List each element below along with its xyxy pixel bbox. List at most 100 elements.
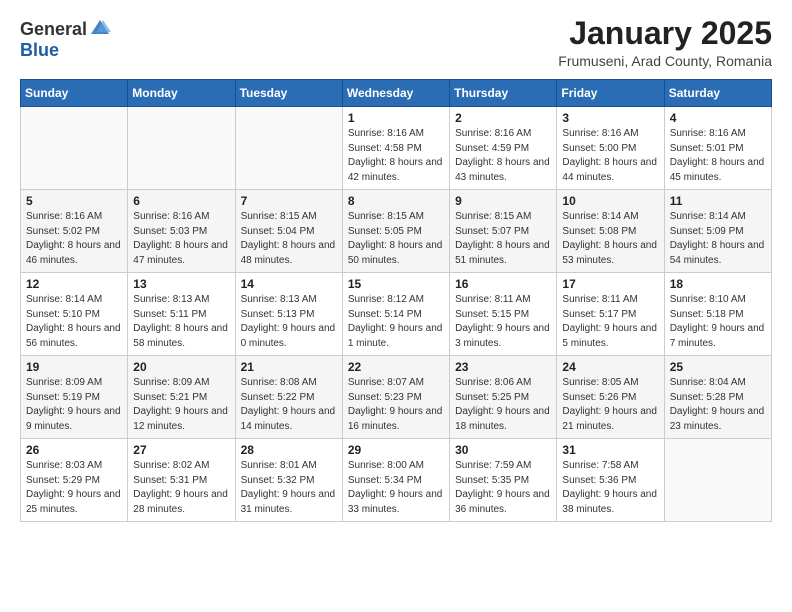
day-number-30: 30 [455,443,551,457]
calendar-cell-w3-d4: 23Sunrise: 8:06 AM Sunset: 5:25 PM Dayli… [450,356,557,439]
title-block: January 2025 Frumuseni, Arad County, Rom… [558,16,772,69]
calendar-cell-w2-d5: 17 Sunrise: 8:11 AM Sunset: 5:17 PM Dayli… [557,273,664,356]
calendar-cell-w2-d2: 14Sunrise: 8:13 AM Sunset: 5:13 PM Dayli… [235,273,342,356]
day-number-12: 12 [26,277,122,291]
header-sunday: Sunday [21,80,128,107]
header-tuesday: Tuesday [235,80,342,107]
calendar-cell-w1-d6: 11Sunrise: 8:14 AM Sunset: 5:09 PM Dayli… [664,190,771,273]
calendar-cell-w3-d3: 22 Sunrise: 8:07 AM Sunset: 5:23 PM Dayli… [342,356,449,439]
logo-blue-text: Blue [20,40,59,61]
day-info-17: Sunrise: 8:11 AM Sunset: 5:17 PM Dayligh… [562,293,658,351]
header-saturday: Saturday [664,80,771,107]
day-info-19: Sunrise: 8:09 AM Sunset: 5:19 PM Dayligh… [26,376,122,434]
calendar-cell-w1-d5: 10 Sunrise: 8:14 AM Sunset: 5:08 PM Dayli… [557,190,664,273]
calendar-cell-w3-d2: 21Sunrise: 8:08 AM Sunset: 5:22 PM Dayli… [235,356,342,439]
day-info-9: Sunrise: 8:15 AM Sunset: 5:07 PM Dayligh… [455,210,551,268]
day-info-1: Sunrise: 8:16 AM Sunset: 4:58 PM Dayligh… [348,127,444,185]
day-number-3: 3 [562,111,658,125]
day-number-22: 22 [348,360,444,374]
calendar-cell-w3-d5: 24Sunrise: 8:05 AM Sunset: 5:26 PM Dayli… [557,356,664,439]
day-number-8: 8 [348,194,444,208]
day-number-21: 21 [241,360,337,374]
day-number-26: 26 [26,443,122,457]
logo-icon [89,16,111,38]
day-info-5: Sunrise: 8:16 AM Sunset: 5:02 PM Dayligh… [26,210,122,268]
day-info-16: Sunrise: 8:11 AM Sunset: 5:15 PM Dayligh… [455,293,551,351]
calendar-cell-w2-d6: 18 Sunrise: 8:10 AM Sunset: 5:18 PM Dayli… [664,273,771,356]
calendar-cell-w2-d0: 12 Sunrise: 8:14 AM Sunset: 5:10 PM Dayli… [21,273,128,356]
day-info-8: Sunrise: 8:15 AM Sunset: 5:05 PM Dayligh… [348,210,444,268]
calendar-cell-w4-d5: 31 Sunrise: 7:58 AM Sunset: 5:36 PM Dayli… [557,439,664,522]
day-info-15: Sunrise: 8:12 AM Sunset: 5:14 PM Dayligh… [348,293,444,351]
day-info-12: Sunrise: 8:14 AM Sunset: 5:10 PM Dayligh… [26,293,122,351]
day-number-1: 1 [348,111,444,125]
day-number-27: 27 [133,443,229,457]
calendar-cell-w0-d2 [235,107,342,190]
day-number-16: 16 [455,277,551,291]
calendar-cell-w4-d6 [664,439,771,522]
day-number-18: 18 [670,277,766,291]
header: General Blue January 2025 Frumuseni, Ara… [20,16,772,69]
day-info-2: Sunrise: 8:16 AM Sunset: 4:59 PM Dayligh… [455,127,551,185]
day-number-9: 9 [455,194,551,208]
day-info-30: Sunrise: 7:59 AM Sunset: 5:35 PM Dayligh… [455,459,551,517]
header-monday: Monday [128,80,235,107]
day-number-13: 13 [133,277,229,291]
day-number-5: 5 [26,194,122,208]
calendar-cell-w4-d1: 27 Sunrise: 8:02 AM Sunset: 5:31 PM Dayli… [128,439,235,522]
day-info-28: Sunrise: 8:01 AM Sunset: 5:32 PM Dayligh… [241,459,337,517]
day-info-27: Sunrise: 8:02 AM Sunset: 5:31 PM Dayligh… [133,459,229,517]
day-number-10: 10 [562,194,658,208]
calendar-cell-w0-d1 [128,107,235,190]
day-info-6: Sunrise: 8:16 AM Sunset: 5:03 PM Dayligh… [133,210,229,268]
calendar-cell-w1-d4: 9 Sunrise: 8:15 AM Sunset: 5:07 PM Daylig… [450,190,557,273]
header-thursday: Thursday [450,80,557,107]
day-info-24: Sunrise: 8:05 AM Sunset: 5:26 PM Dayligh… [562,376,658,434]
calendar-cell-w0-d0 [21,107,128,190]
calendar-cell-w4-d3: 29 Sunrise: 8:00 AM Sunset: 5:34 PM Dayli… [342,439,449,522]
calendar-cell-w0-d6: 4 Sunrise: 8:16 AM Sunset: 5:01 PM Daylig… [664,107,771,190]
day-info-10: Sunrise: 8:14 AM Sunset: 5:08 PM Dayligh… [562,210,658,268]
day-number-11: 11 [670,194,766,208]
calendar-cell-w4-d4: 30 Sunrise: 7:59 AM Sunset: 5:35 PM Dayli… [450,439,557,522]
day-number-4: 4 [670,111,766,125]
day-number-7: 7 [241,194,337,208]
day-info-14: Sunrise: 8:13 AM Sunset: 5:13 PM Dayligh… [241,293,337,351]
day-info-23: Sunrise: 8:06 AM Sunset: 5:25 PM Dayligh… [455,376,551,434]
day-number-19: 19 [26,360,122,374]
day-number-17: 17 [562,277,658,291]
calendar-cell-w1-d2: 7Sunrise: 8:15 AM Sunset: 5:04 PM Daylig… [235,190,342,273]
day-info-3: Sunrise: 8:16 AM Sunset: 5:00 PM Dayligh… [562,127,658,185]
calendar-title: January 2025 [558,16,772,51]
day-info-18: Sunrise: 8:10 AM Sunset: 5:18 PM Dayligh… [670,293,766,351]
calendar-cell-w2-d4: 16 Sunrise: 8:11 AM Sunset: 5:15 PM Dayli… [450,273,557,356]
calendar-week-0: 1 Sunrise: 8:16 AM Sunset: 4:58 PM Daylig… [21,107,772,190]
calendar-subtitle: Frumuseni, Arad County, Romania [558,53,772,69]
day-number-28: 28 [241,443,337,457]
day-number-15: 15 [348,277,444,291]
calendar-cell-w4-d2: 28 Sunrise: 8:01 AM Sunset: 5:32 PM Dayli… [235,439,342,522]
day-info-4: Sunrise: 8:16 AM Sunset: 5:01 PM Dayligh… [670,127,766,185]
logo: General Blue [20,16,111,61]
calendar-cell-w1-d1: 6 Sunrise: 8:16 AM Sunset: 5:03 PM Daylig… [128,190,235,273]
calendar-cell-w3-d6: 25 Sunrise: 8:04 AM Sunset: 5:28 PM Dayli… [664,356,771,439]
calendar-week-2: 12 Sunrise: 8:14 AM Sunset: 5:10 PM Dayli… [21,273,772,356]
page: General Blue January 2025 Frumuseni, Ara… [0,0,792,612]
day-info-26: Sunrise: 8:03 AM Sunset: 5:29 PM Dayligh… [26,459,122,517]
calendar-cell-w1-d3: 8 Sunrise: 8:15 AM Sunset: 5:05 PM Daylig… [342,190,449,273]
day-info-22: Sunrise: 8:07 AM Sunset: 5:23 PM Dayligh… [348,376,444,434]
calendar-table: Sunday Monday Tuesday Wednesday Thursday… [20,79,772,522]
calendar-cell-w2-d1: 13 Sunrise: 8:13 AM Sunset: 5:11 PM Dayli… [128,273,235,356]
calendar-cell-w0-d5: 3 Sunrise: 8:16 AM Sunset: 5:00 PM Daylig… [557,107,664,190]
logo-general-text: General [20,19,87,40]
day-info-29: Sunrise: 8:00 AM Sunset: 5:34 PM Dayligh… [348,459,444,517]
day-info-13: Sunrise: 8:13 AM Sunset: 5:11 PM Dayligh… [133,293,229,351]
calendar-cell-w3-d1: 20Sunrise: 8:09 AM Sunset: 5:21 PM Dayli… [128,356,235,439]
day-number-29: 29 [348,443,444,457]
day-number-25: 25 [670,360,766,374]
day-number-2: 2 [455,111,551,125]
day-info-25: Sunrise: 8:04 AM Sunset: 5:28 PM Dayligh… [670,376,766,434]
day-number-31: 31 [562,443,658,457]
day-info-31: Sunrise: 7:58 AM Sunset: 5:36 PM Dayligh… [562,459,658,517]
day-number-6: 6 [133,194,229,208]
